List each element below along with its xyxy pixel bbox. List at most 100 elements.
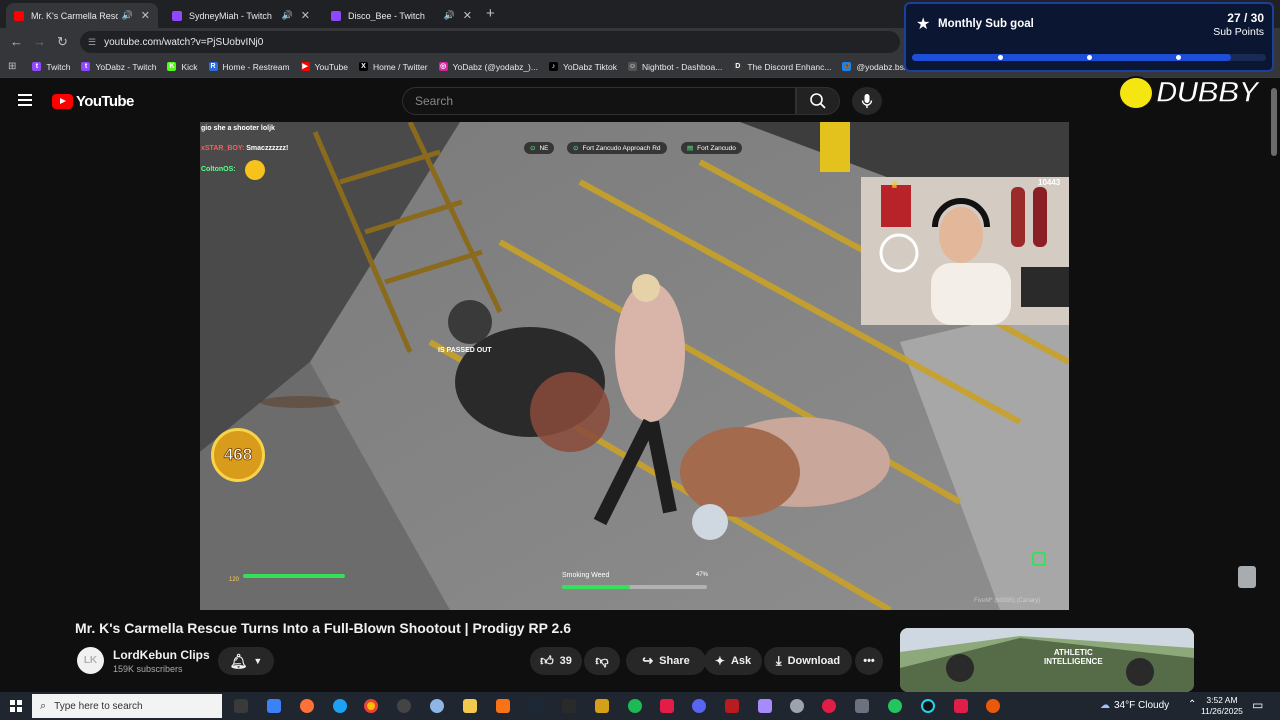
close-tab-icon[interactable]: ✕ (141, 9, 150, 22)
app-icon[interactable] (496, 699, 510, 713)
settings-gear-icon[interactable] (790, 699, 804, 713)
app-icon[interactable] (430, 699, 444, 713)
bookmark-favicon-icon: 🦋 (842, 62, 852, 71)
apps-grid-icon[interactable]: ⊞ (8, 61, 16, 72)
chat-username: xSTAR_BOY: (201, 145, 245, 152)
app-icon[interactable] (986, 699, 1000, 713)
speaker-icon[interactable]: 🔊 (444, 10, 455, 21)
app-icon[interactable] (822, 699, 836, 713)
gps-area: ▤ Fort Zancudo (681, 142, 742, 154)
app-icon[interactable] (595, 699, 609, 713)
speaker-icon[interactable]: 🔊 (282, 10, 293, 21)
streamer-webcam (861, 177, 1069, 325)
channel-name[interactable]: LordKebun Clips (113, 648, 210, 662)
download-icon: ⤓ (775, 653, 782, 668)
back-arrow-icon[interactable]: ← (10, 34, 23, 49)
ask-button[interactable]: ✦ Ask (704, 647, 762, 675)
search-input[interactable]: Search (402, 87, 796, 115)
bookmark-item[interactable]: ♪ YoDabz Tiktok (548, 61, 617, 72)
spotify-icon[interactable] (628, 699, 642, 713)
url-text: youtube.com/watch?v=PjSUobvINj0 (104, 36, 264, 48)
chat-username: ColtonOS: (201, 166, 236, 173)
share-icon: ↪ (642, 653, 654, 668)
bookmark-item[interactable]: X Home / Twitter (358, 61, 428, 72)
app-icon[interactable] (888, 699, 902, 713)
app-icon[interactable] (660, 699, 674, 713)
file-explorer-icon[interactable] (463, 699, 477, 713)
speaker-icon[interactable]: 🔊 (122, 10, 133, 21)
thumbs-down-icon: 👎︎ (595, 653, 609, 668)
url-field[interactable]: ☰ youtube.com/watch?v=PjSUobvINj0 (80, 31, 900, 53)
thumbs-up-icon: 👍︎ (540, 653, 554, 668)
notification-bell-button[interactable]: 🔔︎ ▼ (218, 647, 274, 675)
like-button[interactable]: 👍︎ 39 (530, 647, 582, 675)
gps-text: Fort Zancudo (697, 144, 736, 152)
tab-sydneymiah-twitch[interactable]: SydneyMiah - Twitch 🔊 ✕ (164, 3, 318, 28)
channel-watermark-icon (1238, 566, 1256, 588)
video-title: Mr. K's Carmella Rescue Turns Into a Ful… (75, 620, 572, 636)
recommended-overlay-text: ATHLETIC INTELLIGENCE (1044, 648, 1103, 666)
new-tab-plus-icon[interactable]: + (486, 5, 495, 22)
monthly-sub-goal-overlay: ★ Monthly Sub goal 27 / 30 Sub Points (904, 2, 1274, 72)
app-icon[interactable] (758, 699, 772, 713)
close-tab-icon[interactable]: ✕ (301, 9, 310, 22)
dubby-logo-text: DUBBY (1155, 75, 1259, 110)
bookmark-item[interactable]: ▶ YouTube (300, 62, 348, 72)
youtube-logo[interactable]: YouTube (52, 93, 134, 110)
chrome-icon[interactable] (364, 699, 378, 713)
copilot-icon[interactable] (267, 699, 281, 713)
chevron-up-icon[interactable]: ⌃ (1188, 699, 1196, 710)
steam-icon[interactable] (529, 699, 543, 713)
bookmark-item[interactable]: t Twitch (32, 62, 70, 72)
more-actions-button[interactable]: ••• (855, 647, 883, 675)
share-button[interactable]: ↪ Share (626, 647, 706, 675)
bookmark-favicon-icon: D (733, 62, 743, 71)
dislike-button[interactable]: 👎︎ (584, 647, 620, 675)
notification-icon[interactable]: ▭ (1252, 698, 1263, 712)
bookmark-item[interactable]: D The Discord Enhanc... (733, 62, 831, 72)
bookmark-favicon-icon: R (208, 62, 218, 71)
task-view-icon[interactable] (234, 699, 248, 713)
bookmark-label: Home / Twitter (372, 61, 428, 72)
bookmark-item[interactable]: ◎ YoDabz (@yodabz_)... (438, 62, 538, 72)
windows-start-icon[interactable] (10, 700, 22, 712)
app-icon[interactable] (855, 699, 869, 713)
share-label: Share (659, 655, 690, 667)
discord-icon[interactable] (692, 699, 706, 713)
obs-icon[interactable] (397, 699, 411, 713)
epic-games-icon[interactable] (562, 699, 576, 713)
health-value: 120 (229, 577, 240, 583)
app-icon[interactable] (725, 699, 739, 713)
close-tab-icon[interactable]: ✕ (463, 9, 472, 22)
system-clock[interactable]: 3:52 AM 11/26/2025 (1201, 695, 1243, 717)
voice-indicator-icon (1032, 552, 1046, 566)
clock-date: 11/26/2025 (1201, 706, 1243, 716)
weather-widget[interactable]: ☁ 34°F Cloudy (1100, 700, 1169, 711)
health-bar (243, 574, 345, 578)
tiktok-icon[interactable] (954, 699, 968, 713)
edge-icon[interactable] (333, 699, 347, 713)
bookmark-item[interactable]: R Home - Restream (208, 62, 290, 72)
bookmark-item[interactable]: t YoDabz - Twitch (81, 62, 156, 72)
search-placeholder: Search (415, 94, 454, 108)
webcam-scene (861, 177, 1069, 325)
channel-avatar[interactable]: LK (77, 647, 104, 674)
search-button[interactable] (796, 87, 840, 115)
taskbar-search-input[interactable]: ⌕ Type here to search (32, 694, 222, 718)
youtube-play-icon (52, 94, 73, 109)
hamburger-menu-icon[interactable] (18, 94, 32, 106)
coin-counter: 468 (211, 428, 265, 482)
page-scrollbar[interactable] (1271, 88, 1277, 156)
tab-disco-bee-twitch[interactable]: Disco_Bee - Twitch 🔊 ✕ (323, 3, 480, 28)
voice-search-button[interactable] (852, 87, 882, 115)
app-icon[interactable] (921, 699, 935, 713)
site-info-icon[interactable]: ☰ (88, 37, 96, 48)
reload-icon[interactable]: ↻ (57, 34, 68, 50)
tab-youtube-video[interactable]: Mr. K's Carmella Rescue Tu 🔊 ✕ (6, 3, 158, 28)
bookmark-label: YoDabz Tiktok (562, 61, 617, 72)
bookmark-item[interactable]: ☺ Nightbot - Dashboa... (628, 62, 722, 72)
bookmark-item[interactable]: K Kick (167, 62, 198, 72)
download-button[interactable]: ⤓ Download (764, 647, 852, 675)
firefox-icon[interactable] (300, 699, 314, 713)
forward-arrow-icon[interactable]: → (33, 34, 46, 49)
